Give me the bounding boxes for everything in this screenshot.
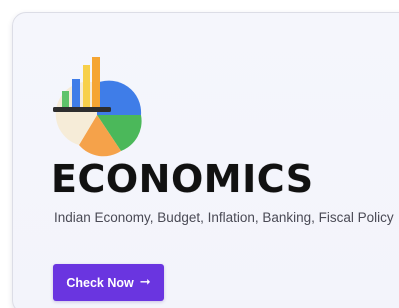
bar-green: [62, 91, 69, 109]
bar-yellow: [83, 65, 90, 109]
chart-pie-bar-icon: [53, 57, 142, 157]
bar-orange: [92, 57, 100, 109]
check-now-button[interactable]: Check Now ➞: [53, 264, 164, 301]
button-label: Check Now: [66, 275, 134, 290]
economics-card[interactable]: ECONOMICS Indian Economy, Budget, Inflat…: [12, 12, 399, 308]
bar-blue: [72, 79, 80, 109]
card-description: Indian Economy, Budget, Inflation, Banki…: [54, 210, 394, 225]
chart-baseline: [53, 107, 111, 112]
arrow-right-icon: ➞: [139, 275, 151, 290]
card-title: ECONOMICS: [51, 157, 314, 201]
page: ECONOMICS Indian Economy, Budget, Inflat…: [0, 0, 399, 308]
